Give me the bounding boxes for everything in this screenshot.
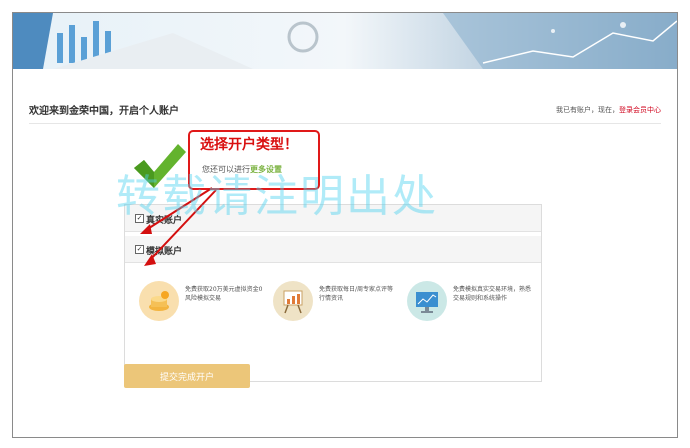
- header-banner: [13, 13, 677, 69]
- feature-virtual-funds: 免费获取20万美元虚拟资金0风险模拟交易: [139, 281, 269, 327]
- easel-chart-icon: [273, 281, 313, 321]
- login-hint-text: 我已有账户，现在: [556, 106, 612, 114]
- demo-account-label: 模拟账户: [146, 247, 183, 257]
- option-real-account[interactable]: ✓ 真实账户: [125, 205, 541, 232]
- monitor-icon: [407, 281, 447, 321]
- feature-text: 免费模拟真实交易环境，熟悉交易规则和系统操作: [453, 286, 532, 302]
- real-account-label: 真实账户: [146, 216, 183, 226]
- real-account-checkbox[interactable]: ✓: [135, 214, 144, 223]
- demo-account-checkbox[interactable]: ✓: [135, 245, 144, 254]
- callout-title: 选择开户类型！: [200, 137, 298, 153]
- coins-icon: [139, 281, 179, 321]
- page-title: 欢迎来到金荣中国，开启个人账户: [29, 106, 179, 117]
- account-type-panel: ✓ 真实账户 ✓ 模拟账户 免费获取20万美元虚拟资金0风险模拟交易 免费获取每…: [124, 204, 542, 382]
- option-demo-account[interactable]: ✓ 模拟账户: [125, 236, 541, 263]
- feature-text: 免费获取每日/周专家点评等行情资讯: [319, 286, 394, 302]
- callout-sub-prefix: 您还可以进行: [202, 165, 250, 174]
- submit-account-button[interactable]: 提交完成开户: [124, 364, 250, 388]
- feature-simulated-env: 免费模拟真实交易环境，熟悉交易规则和系统操作: [407, 281, 537, 327]
- more-settings-link[interactable]: 更多设置: [250, 165, 282, 174]
- login-link[interactable]: 登录会员中心: [619, 106, 661, 114]
- divider: [29, 123, 661, 124]
- login-hint: 我已有账户，现在，登录会员中心: [556, 106, 661, 114]
- feature-expert-reviews: 免费获取每日/周专家点评等行情资讯: [273, 281, 403, 327]
- callout-subtext: 您还可以进行更多设置: [202, 164, 282, 175]
- checkmark-icon: [134, 144, 186, 188]
- feature-text: 免费获取20万美元虚拟资金0风险模拟交易: [185, 286, 263, 302]
